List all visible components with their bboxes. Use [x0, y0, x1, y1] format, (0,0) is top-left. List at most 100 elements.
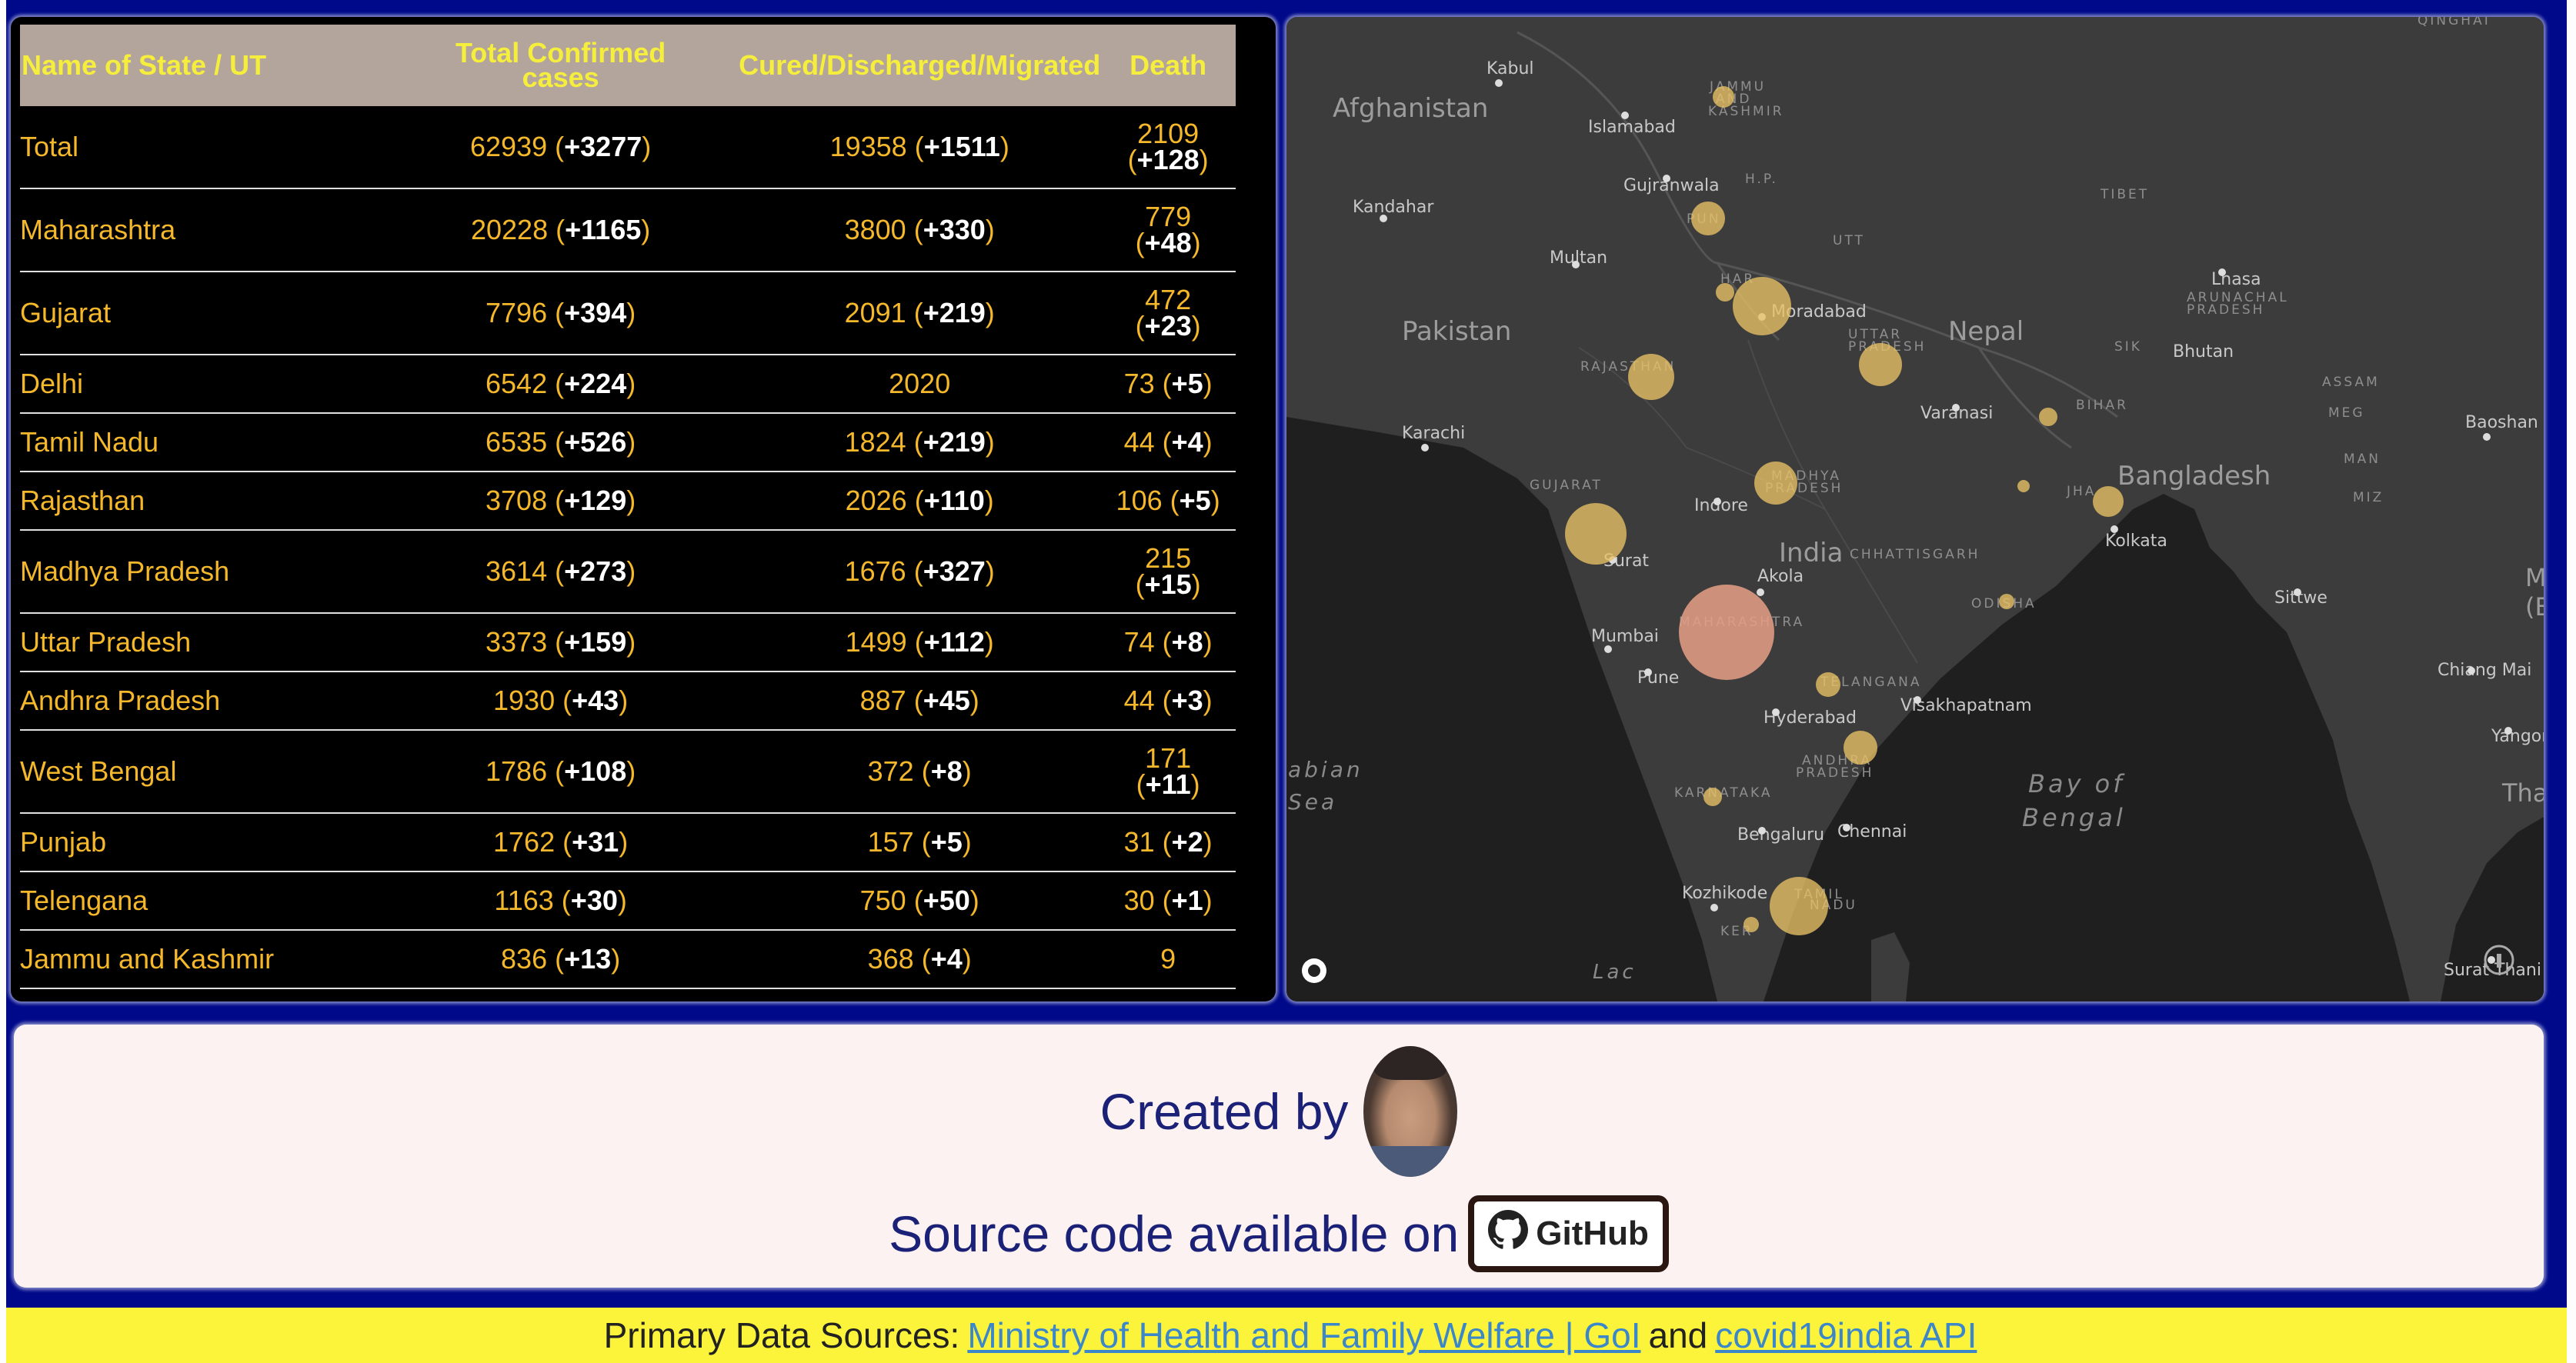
confirmed-cell-increase: (+30)	[561, 885, 627, 916]
state-name-cell: Rajasthan	[20, 472, 383, 531]
case-bubble[interactable]	[1713, 86, 1734, 108]
case-bubble[interactable]	[1859, 343, 1902, 386]
death-cell-increase-value: +2	[1171, 826, 1203, 858]
header-death[interactable]: Death	[1100, 25, 1236, 106]
case-bubble[interactable]	[1628, 354, 1674, 400]
stats-table-panel: Name of State / UT Total Confirmed cases…	[11, 17, 1276, 1001]
confirmed-cell: 20228 (+1165)	[382, 188, 739, 272]
header-confirmed[interactable]: Total Confirmed cases	[382, 25, 739, 106]
case-bubble[interactable]	[1844, 731, 1877, 765]
region-label: SIK	[2114, 339, 2142, 355]
table-row: Punjab 1762 (+31) 157 (+5) 31 (+2)	[20, 813, 1236, 872]
city-dot	[2294, 588, 2301, 596]
death-cell-value: 44	[1123, 426, 1155, 458]
sea-label: Sea	[1288, 789, 1337, 815]
confirmed-cell: 6535 (+526)	[382, 413, 739, 472]
confirmed-cell-increase-value: +108	[564, 755, 627, 787]
city-dot	[1952, 404, 1960, 412]
country-label: (Burma)	[2525, 592, 2544, 622]
state-name-cell: Punjab	[20, 813, 383, 872]
city-dot	[1572, 261, 1580, 268]
death-cell-value: 44	[1123, 685, 1155, 716]
country-label: Afghanistan	[1333, 93, 1488, 124]
case-bubble[interactable]	[2039, 408, 2057, 426]
case-bubble[interactable]	[1743, 917, 1759, 932]
confirmed-cell-increase-value: +13	[564, 943, 612, 975]
cured-cell-increase-value: +1511	[923, 131, 1000, 162]
cured-cell-increase: (+330)	[913, 214, 995, 245]
death-cell-increase: (+128)	[1127, 144, 1209, 175]
death-cell-increase-value: +23	[1144, 310, 1192, 342]
cured-cell-increase-value: +327	[923, 555, 986, 587]
cured-cell-value: 19358	[829, 131, 907, 162]
cured-cell: 157 (+5)	[739, 813, 1101, 872]
state-name-cell: Andhra Pradesh	[20, 672, 383, 731]
cured-cell-increase-value: +8	[930, 755, 963, 787]
github-button[interactable]: GitHub	[1468, 1195, 1669, 1272]
mapbox-logo[interactable]	[1302, 958, 1326, 983]
case-bubble[interactable]	[1703, 788, 1722, 806]
confirmed-cell-value: 1786	[486, 755, 548, 787]
case-bubble[interactable]	[1770, 877, 1828, 935]
confirmed-cell-increase: (+129)	[555, 485, 636, 516]
header-state[interactable]: Name of State / UT	[20, 25, 383, 106]
confirmed-cell-increase-value: +224	[564, 368, 627, 399]
confirmed-cell-value: 3614	[486, 555, 548, 587]
cured-cell-value: 157	[867, 826, 914, 858]
map-canvas[interactable]: Afghanistan Pakistan Nepal India Bangladesh M…	[1286, 17, 2544, 1001]
confirmed-cell-value: 20228	[470, 214, 549, 245]
case-bubble[interactable]	[1679, 585, 1774, 680]
case-bubble[interactable]	[1999, 594, 2014, 609]
cured-cell-increase: (+219)	[913, 297, 995, 328]
confirmed-cell-increase: (+394)	[555, 297, 636, 328]
cured-cell-value: 1499	[845, 626, 907, 658]
cured-cell-increase-value: +50	[923, 885, 970, 916]
country-label: Tha	[2501, 778, 2544, 808]
cured-cell: 3800 (+330)	[739, 188, 1101, 272]
death-cell-increase: (+23)	[1135, 310, 1201, 342]
confirmed-cell-increase-value: +3277	[564, 131, 642, 162]
header-cured[interactable]: Cured/Discharged/Migrated	[739, 25, 1101, 106]
confirmed-cell-value: 1762	[493, 826, 556, 858]
city-dot	[1713, 498, 1721, 505]
cured-cell-increase-value: +45	[923, 685, 970, 716]
city-dot	[2111, 525, 2118, 533]
author-avatar[interactable]	[1363, 1046, 1458, 1177]
state-name-cell: Madhya Pradesh	[20, 530, 383, 614]
case-bubble[interactable]	[1754, 462, 1797, 505]
state-name-cell: West Bengal	[20, 730, 383, 814]
confirmed-cell-increase: (+526)	[555, 426, 636, 458]
case-bubble[interactable]	[1716, 283, 1734, 302]
case-bubble[interactable]	[2017, 480, 2030, 492]
cured-cell-increase: (+219)	[913, 426, 995, 458]
mohfw-link[interactable]: Ministry of Health and Family Welfare | …	[967, 1315, 1640, 1356]
death-cell-value: 73	[1123, 368, 1155, 399]
country-label: India	[1779, 538, 1843, 568]
avatar-hair	[1374, 1046, 1447, 1080]
case-bubble[interactable]	[1565, 503, 1627, 565]
cured-cell: 887 (+45)	[739, 672, 1101, 731]
covid19india-api-link[interactable]: covid19india API	[1715, 1315, 1977, 1356]
cured-cell: 750 (+50)	[739, 871, 1101, 931]
death-cell-increase-value: +11	[1145, 768, 1191, 800]
city-label: Karachi	[1402, 424, 1465, 443]
region-label: BIHAR	[2076, 398, 2128, 413]
india-map-panel[interactable]: Afghanistan Pakistan Nepal India Bangladesh M…	[1286, 17, 2544, 1001]
case-bubble[interactable]	[1733, 277, 1791, 335]
case-bubble[interactable]	[1816, 672, 1840, 697]
header-confirmed-line2: cases	[522, 62, 599, 93]
confirmed-cell-increase: (+1165)	[556, 214, 651, 245]
city-dot	[2218, 268, 2226, 276]
region-label: MAN	[2344, 452, 2381, 467]
state-stats-table: Name of State / UT Total Confirmed cases…	[20, 25, 1236, 989]
case-bubble[interactable]	[2093, 486, 2124, 517]
cured-cell: 2020	[739, 355, 1101, 414]
region-label: ASSAM	[2322, 375, 2380, 390]
cured-cell-value: 2091	[844, 297, 906, 328]
city-label: Bengaluru	[1737, 825, 1824, 845]
cured-cell-value: 1824	[844, 426, 906, 458]
case-bubble[interactable]	[1691, 202, 1725, 235]
cured-cell-value: 368	[867, 943, 914, 975]
city-dot	[1772, 708, 1780, 716]
source-code-text: Source code available on	[889, 1205, 1460, 1262]
